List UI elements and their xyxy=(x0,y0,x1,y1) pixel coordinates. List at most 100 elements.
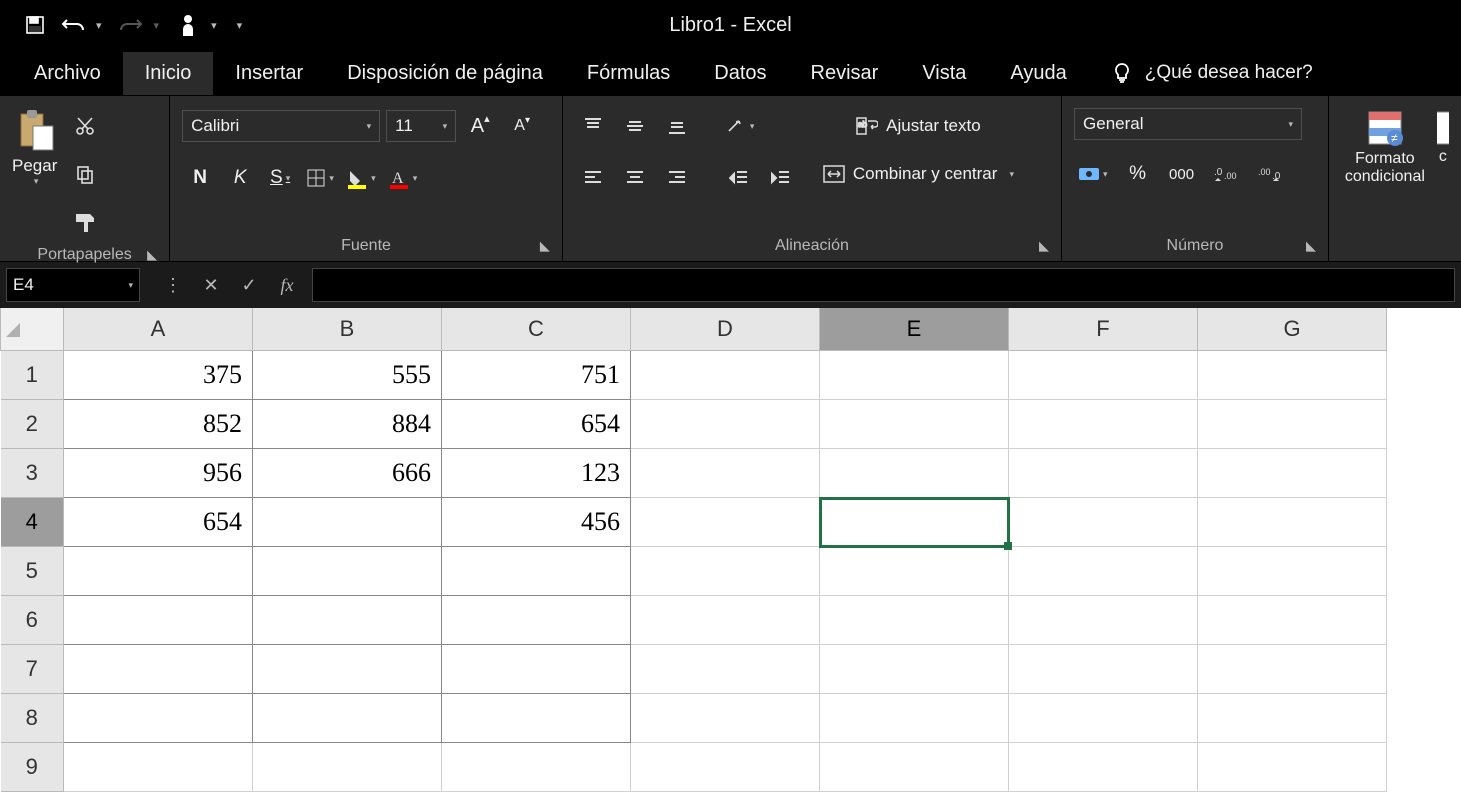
cell-C1[interactable]: 751 xyxy=(442,351,631,400)
increase-decimal-icon[interactable]: .0.00 xyxy=(1208,156,1244,192)
tab-inicio[interactable]: Inicio xyxy=(123,52,214,95)
cell-D1[interactable] xyxy=(631,351,820,400)
enter-icon[interactable]: ✓ xyxy=(230,275,268,296)
cell-D7[interactable] xyxy=(631,645,820,694)
redo-icon[interactable] xyxy=(116,10,146,40)
percent-button[interactable]: % xyxy=(1120,156,1156,192)
cell-C9[interactable] xyxy=(442,743,631,792)
tab-vista[interactable]: Vista xyxy=(900,52,988,95)
dialog-launcher-icon[interactable]: ◣ xyxy=(1039,238,1049,254)
decrease-indent-icon[interactable] xyxy=(721,160,757,196)
align-top-icon[interactable] xyxy=(575,108,611,144)
cell-G2[interactable] xyxy=(1198,400,1387,449)
increase-font-icon[interactable]: A▴ xyxy=(462,108,498,144)
cell-E1[interactable] xyxy=(820,351,1009,400)
increase-indent-icon[interactable] xyxy=(763,160,799,196)
italic-button[interactable]: K xyxy=(222,160,258,196)
touch-dropdown-icon[interactable]: ▾ xyxy=(211,19,217,32)
tab-tellme[interactable]: ¿Qué desea hacer? xyxy=(1089,52,1335,94)
cell-E2[interactable] xyxy=(820,400,1009,449)
insert-function-button[interactable]: fx xyxy=(268,275,306,296)
cell-D4[interactable] xyxy=(631,498,820,547)
cell-E5[interactable] xyxy=(820,547,1009,596)
align-bottom-icon[interactable] xyxy=(659,108,695,144)
row-header-2[interactable]: 2 xyxy=(1,400,64,449)
cell-F8[interactable] xyxy=(1009,694,1198,743)
cell-E4[interactable] xyxy=(820,498,1009,547)
col-header-D[interactable]: D xyxy=(631,308,820,351)
save-icon[interactable] xyxy=(20,10,50,40)
undo-dropdown-icon[interactable]: ▾ xyxy=(96,19,102,32)
cell-C7[interactable] xyxy=(442,645,631,694)
cell-G5[interactable] xyxy=(1198,547,1387,596)
thousands-button[interactable]: 000 xyxy=(1164,156,1200,192)
row-header-7[interactable]: 7 xyxy=(1,645,64,694)
cell-E3[interactable] xyxy=(820,449,1009,498)
col-header-B[interactable]: B xyxy=(253,308,442,351)
cell-B4[interactable] xyxy=(253,498,442,547)
cell-A9[interactable] xyxy=(64,743,253,792)
cell-F6[interactable] xyxy=(1009,596,1198,645)
cell-B6[interactable] xyxy=(253,596,442,645)
touch-mode-icon[interactable] xyxy=(173,10,203,40)
namebox-options-icon[interactable]: ⋮ xyxy=(154,275,192,296)
merge-center-button[interactable]: Combinar y centrar ▾ xyxy=(819,156,1018,192)
dialog-launcher-icon[interactable]: ◣ xyxy=(147,247,157,263)
cell-G6[interactable] xyxy=(1198,596,1387,645)
number-format-combo[interactable]: General▾ xyxy=(1074,108,1302,140)
cancel-icon[interactable]: ✕ xyxy=(192,275,230,296)
cell-F4[interactable] xyxy=(1009,498,1198,547)
cell-C3[interactable]: 123 xyxy=(442,449,631,498)
cell-G8[interactable] xyxy=(1198,694,1387,743)
formula-input[interactable] xyxy=(312,268,1455,302)
cell-E9[interactable] xyxy=(820,743,1009,792)
font-size-combo[interactable]: 11▾ xyxy=(386,110,456,142)
currency-icon[interactable]: ▾ xyxy=(1074,156,1112,192)
row-header-6[interactable]: 6 xyxy=(1,596,64,645)
col-header-A[interactable]: A xyxy=(64,308,253,351)
align-left-icon[interactable] xyxy=(575,160,611,196)
cell-G4[interactable] xyxy=(1198,498,1387,547)
cell-G3[interactable] xyxy=(1198,449,1387,498)
cell-C4[interactable]: 456 xyxy=(442,498,631,547)
cell-G7[interactable] xyxy=(1198,645,1387,694)
cell-B9[interactable] xyxy=(253,743,442,792)
cut-icon[interactable] xyxy=(67,108,103,144)
cell-A6[interactable] xyxy=(64,596,253,645)
col-header-C[interactable]: C xyxy=(442,308,631,351)
cell-F1[interactable] xyxy=(1009,351,1198,400)
cell-D5[interactable] xyxy=(631,547,820,596)
tab-disposicion[interactable]: Disposición de página xyxy=(325,52,565,95)
cell-A5[interactable] xyxy=(64,547,253,596)
cell-G9[interactable] xyxy=(1198,743,1387,792)
borders-icon[interactable]: ▾ xyxy=(302,160,338,196)
dialog-launcher-icon[interactable]: ◣ xyxy=(1306,238,1316,254)
wrap-text-button[interactable]: ab Ajustar texto xyxy=(819,108,1018,144)
cell-F5[interactable] xyxy=(1009,547,1198,596)
fill-color-icon[interactable]: ▾ xyxy=(342,160,380,196)
select-all-corner[interactable] xyxy=(1,308,64,351)
cell-F9[interactable] xyxy=(1009,743,1198,792)
cell-F7[interactable] xyxy=(1009,645,1198,694)
row-header-4[interactable]: 4 xyxy=(1,498,64,547)
tab-insertar[interactable]: Insertar xyxy=(213,52,325,95)
tab-ayuda[interactable]: Ayuda xyxy=(988,52,1088,95)
row-header-1[interactable]: 1 xyxy=(1,351,64,400)
align-middle-icon[interactable] xyxy=(617,108,653,144)
cell-B3[interactable]: 666 xyxy=(253,449,442,498)
cell-D2[interactable] xyxy=(631,400,820,449)
cell-G1[interactable] xyxy=(1198,351,1387,400)
cell-A2[interactable]: 852 xyxy=(64,400,253,449)
cell-B5[interactable] xyxy=(253,547,442,596)
undo-icon[interactable] xyxy=(58,10,88,40)
orientation-icon[interactable]: ▾ xyxy=(721,108,759,144)
cell-A4[interactable]: 654 xyxy=(64,498,253,547)
align-center-icon[interactable] xyxy=(617,160,653,196)
tab-archivo[interactable]: Archivo xyxy=(12,52,123,95)
row-header-8[interactable]: 8 xyxy=(1,694,64,743)
cell-B7[interactable] xyxy=(253,645,442,694)
cell-A1[interactable]: 375 xyxy=(64,351,253,400)
col-header-G[interactable]: G xyxy=(1198,308,1387,351)
col-header-F[interactable]: F xyxy=(1009,308,1198,351)
font-name-combo[interactable]: Calibri▾ xyxy=(182,110,380,142)
